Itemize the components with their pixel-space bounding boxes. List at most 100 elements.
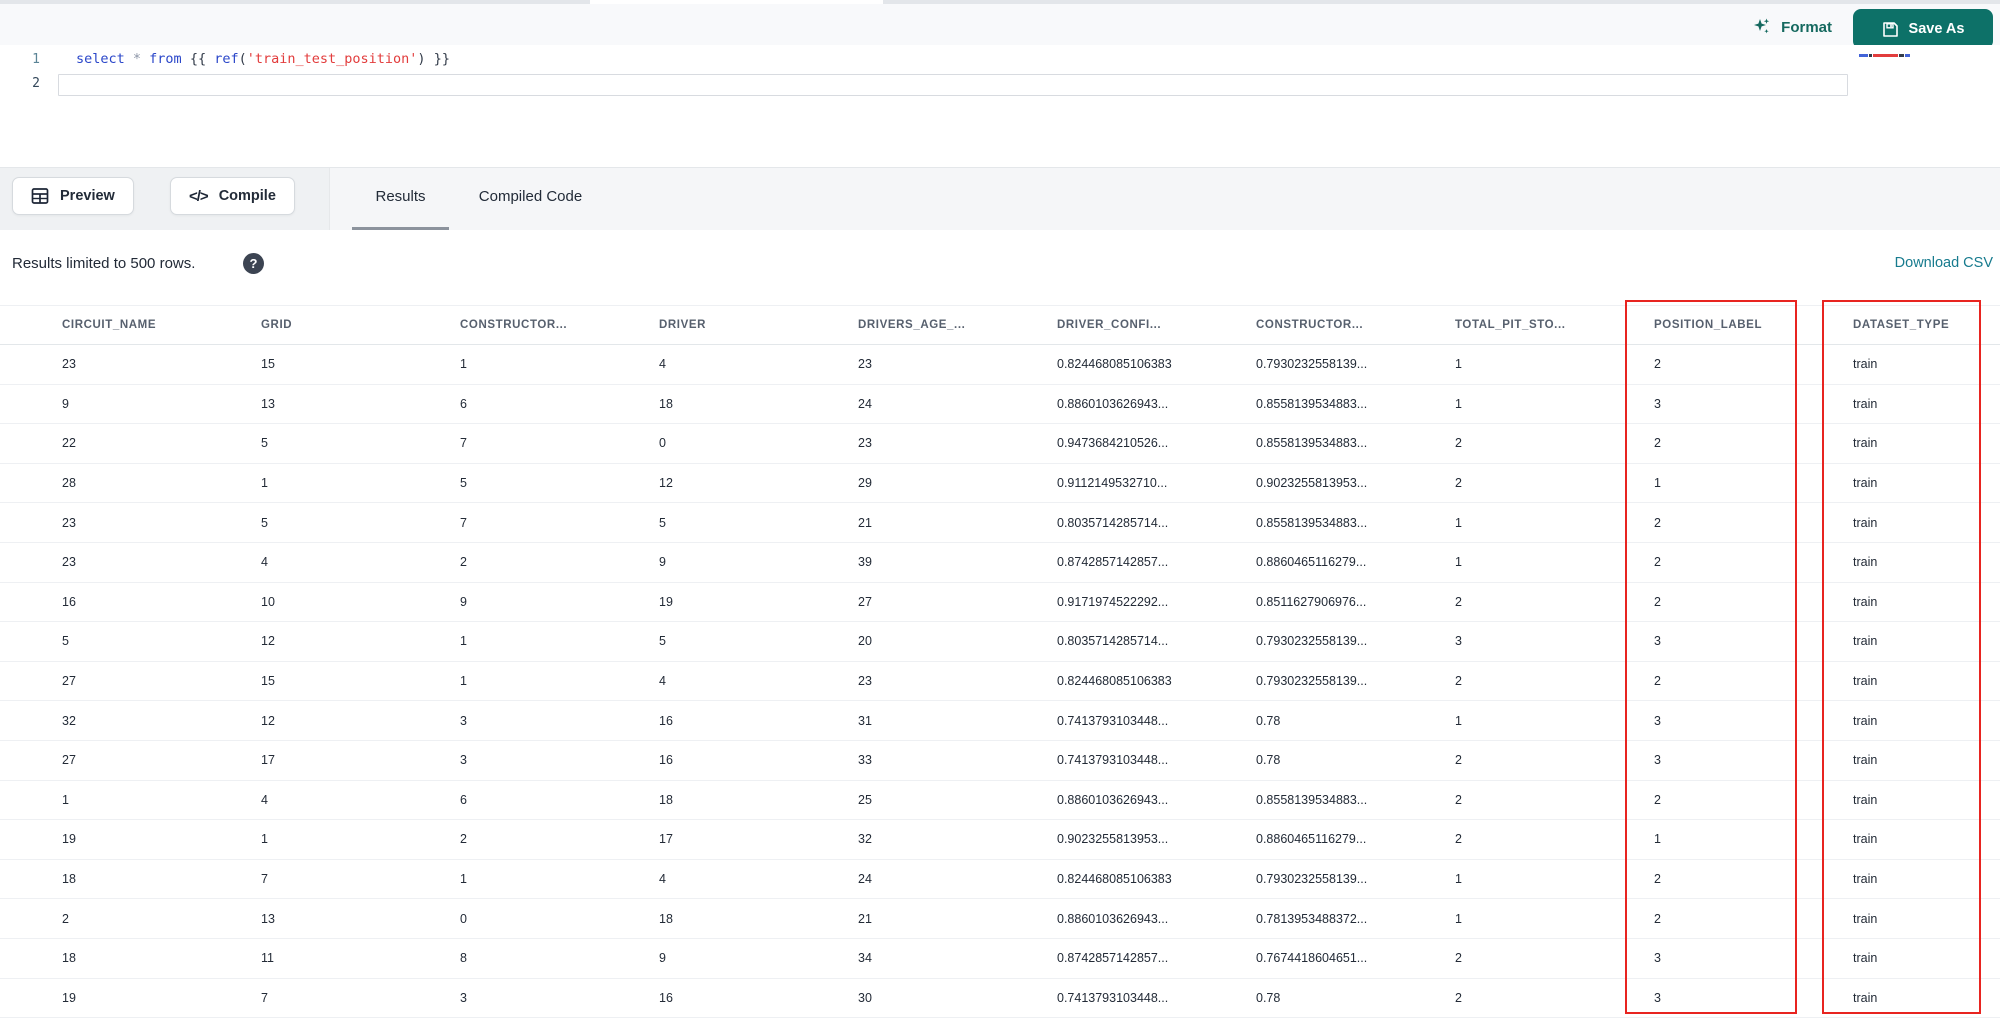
table-cell: train <box>1853 436 1878 451</box>
table-cell: 12 <box>261 713 275 728</box>
table-cell: 0.8035714285714... <box>1057 515 1169 530</box>
table-cell: 19 <box>62 990 76 1005</box>
table-cell: 0.8860465116279... <box>1256 555 1367 570</box>
table-cell: 4 <box>659 357 666 372</box>
table-cell: 0.8860103626943... <box>1057 911 1169 926</box>
table-cell: 3 <box>1654 753 1661 768</box>
table-cell: 2 <box>1455 990 1462 1005</box>
table-cell: 19 <box>659 594 673 609</box>
save-as-button[interactable]: Save As <box>1853 9 1993 49</box>
table-cell: 2 <box>1455 753 1462 768</box>
table-cell: 0 <box>460 911 467 926</box>
table-cell: 0.9473684210526... <box>1057 436 1169 451</box>
table-cell: 2 <box>460 555 467 570</box>
table-cell: 11 <box>261 951 274 966</box>
table-cell: 0.9171974522292... <box>1057 594 1169 609</box>
table-cell: 1 <box>460 674 467 689</box>
table-cell: 1 <box>1455 911 1462 926</box>
code-brackets-icon: </> <box>189 187 209 205</box>
help-icon[interactable]: ? <box>243 253 264 274</box>
table-cell: 0.8742857142857... <box>1057 951 1169 966</box>
table-row: 22 5 7 0 23 0.9473684210526... 0.8558139534883… <box>0 424 2000 464</box>
table-cell: 2 <box>1654 436 1661 451</box>
compile-label: Compile <box>218 188 276 204</box>
table-cell: 23 <box>62 515 76 530</box>
current-line-box[interactable] <box>58 74 1848 96</box>
sparkles-icon <box>1752 17 1772 37</box>
table-cell: 23 <box>858 436 872 451</box>
table-cell: 0.9023255813953... <box>1057 832 1169 847</box>
table-cell: 34 <box>858 951 872 966</box>
table-cell: 0.824468085106383 <box>1057 872 1172 887</box>
table-cell: 18 <box>659 792 673 807</box>
format-button[interactable]: Format <box>1752 12 1832 42</box>
editor-header-bar: Format Save As <box>0 4 2000 49</box>
results-info-bar: Results limited to 500 rows. ? Download … <box>0 230 2000 305</box>
tab-compiled-code[interactable]: Compiled Code <box>463 188 598 205</box>
table-cell: train <box>1853 832 1878 847</box>
table-cell: train <box>1853 911 1878 926</box>
table-cell: 6 <box>460 792 467 807</box>
table-cell: train <box>1853 555 1878 570</box>
table-cell: 0.7930232558139... <box>1256 872 1368 887</box>
compile-button[interactable]: </> Compile <box>170 177 295 215</box>
table-cell: 0.7813953488372... <box>1256 911 1368 926</box>
table-cell: 39 <box>858 555 872 570</box>
table-cell: 5 <box>261 515 268 530</box>
editor-minimap[interactable] <box>1853 45 2000 167</box>
table-cell: train <box>1853 872 1878 887</box>
floppy-disk-icon <box>1882 21 1899 38</box>
table-cell: 3 <box>1455 634 1462 649</box>
code-token: select <box>76 51 133 67</box>
table-cell: 1 <box>62 792 69 807</box>
minimap-code-line <box>1859 54 1911 57</box>
table-cell: 17 <box>261 753 275 768</box>
table-cell: 23 <box>858 357 872 372</box>
tab-results[interactable]: Results <box>352 188 449 205</box>
table-cell: 3 <box>460 713 467 728</box>
table-cell: 2 <box>1455 674 1462 689</box>
table-cell: 4 <box>261 792 268 807</box>
sql-code-editor[interactable]: 1 2 select * from {{ ref('train_test_pos… <box>0 45 2000 167</box>
table-row: 27 17 3 16 33 0.7413793103448... 0.78 2 3 train <box>0 740 2000 781</box>
table-cell: 1 <box>1455 357 1462 372</box>
code-token: ( <box>238 51 247 67</box>
table-cell: 2 <box>1455 436 1462 451</box>
preview-button[interactable]: Preview <box>12 177 134 215</box>
table-cell: 20 <box>858 634 872 649</box>
code-line[interactable]: select * from {{ ref('train_test_positio… <box>76 51 450 67</box>
table-cell: 3 <box>1654 634 1661 649</box>
table-row: 19 7 3 16 30 0.7413793103448... 0.78 2 3 train <box>0 978 2000 1019</box>
table-cell: 18 <box>659 911 673 926</box>
table-cell: 23 <box>62 555 76 570</box>
table-cell: 18 <box>659 396 673 411</box>
code-token: 'train_test_position' <box>246 51 418 67</box>
table-cell: 0.78 <box>1256 713 1281 728</box>
table-cell: 1 <box>460 357 467 372</box>
download-csv-link[interactable]: Download CSV <box>1895 255 1993 271</box>
row-limit-text: Results limited to 500 rows. <box>12 255 196 272</box>
table-grid-icon <box>31 187 49 205</box>
table-cell: 0.7930232558139... <box>1256 357 1368 372</box>
line-number-1: 1 <box>32 52 40 67</box>
table-cell: 17 <box>659 832 673 847</box>
table-cell: 0.8511627906976... <box>1256 594 1367 609</box>
table-cell: 1 <box>1455 515 1462 530</box>
table-cell: 8 <box>460 951 467 966</box>
table-cell: 27 <box>858 594 872 609</box>
table-cell: 0.8860103626943... <box>1057 396 1169 411</box>
table-cell: train <box>1853 792 1878 807</box>
table-cell: train <box>1853 515 1878 530</box>
table-header-row: CIRCUIT_NAME GRID CONSTRUCTOR... DRIVER DRIV… <box>0 305 2000 345</box>
table-cell: 21 <box>858 911 872 926</box>
table-cell: 2 <box>1654 555 1661 570</box>
table-cell: 5 <box>460 476 467 491</box>
table-cell: 24 <box>858 872 872 887</box>
table-cell: 18 <box>62 872 76 887</box>
table-cell: 15 <box>261 674 275 689</box>
code-token: ) <box>417 51 426 67</box>
table-row: 23 15 1 4 23 0.824468085106383 0.7930232558139… <box>0 345 2000 385</box>
table-cell: 3 <box>460 753 467 768</box>
table-row: 1 4 6 18 25 0.8860103626943... 0.8558139534883… <box>0 780 2000 821</box>
table-cell: 4 <box>659 872 666 887</box>
